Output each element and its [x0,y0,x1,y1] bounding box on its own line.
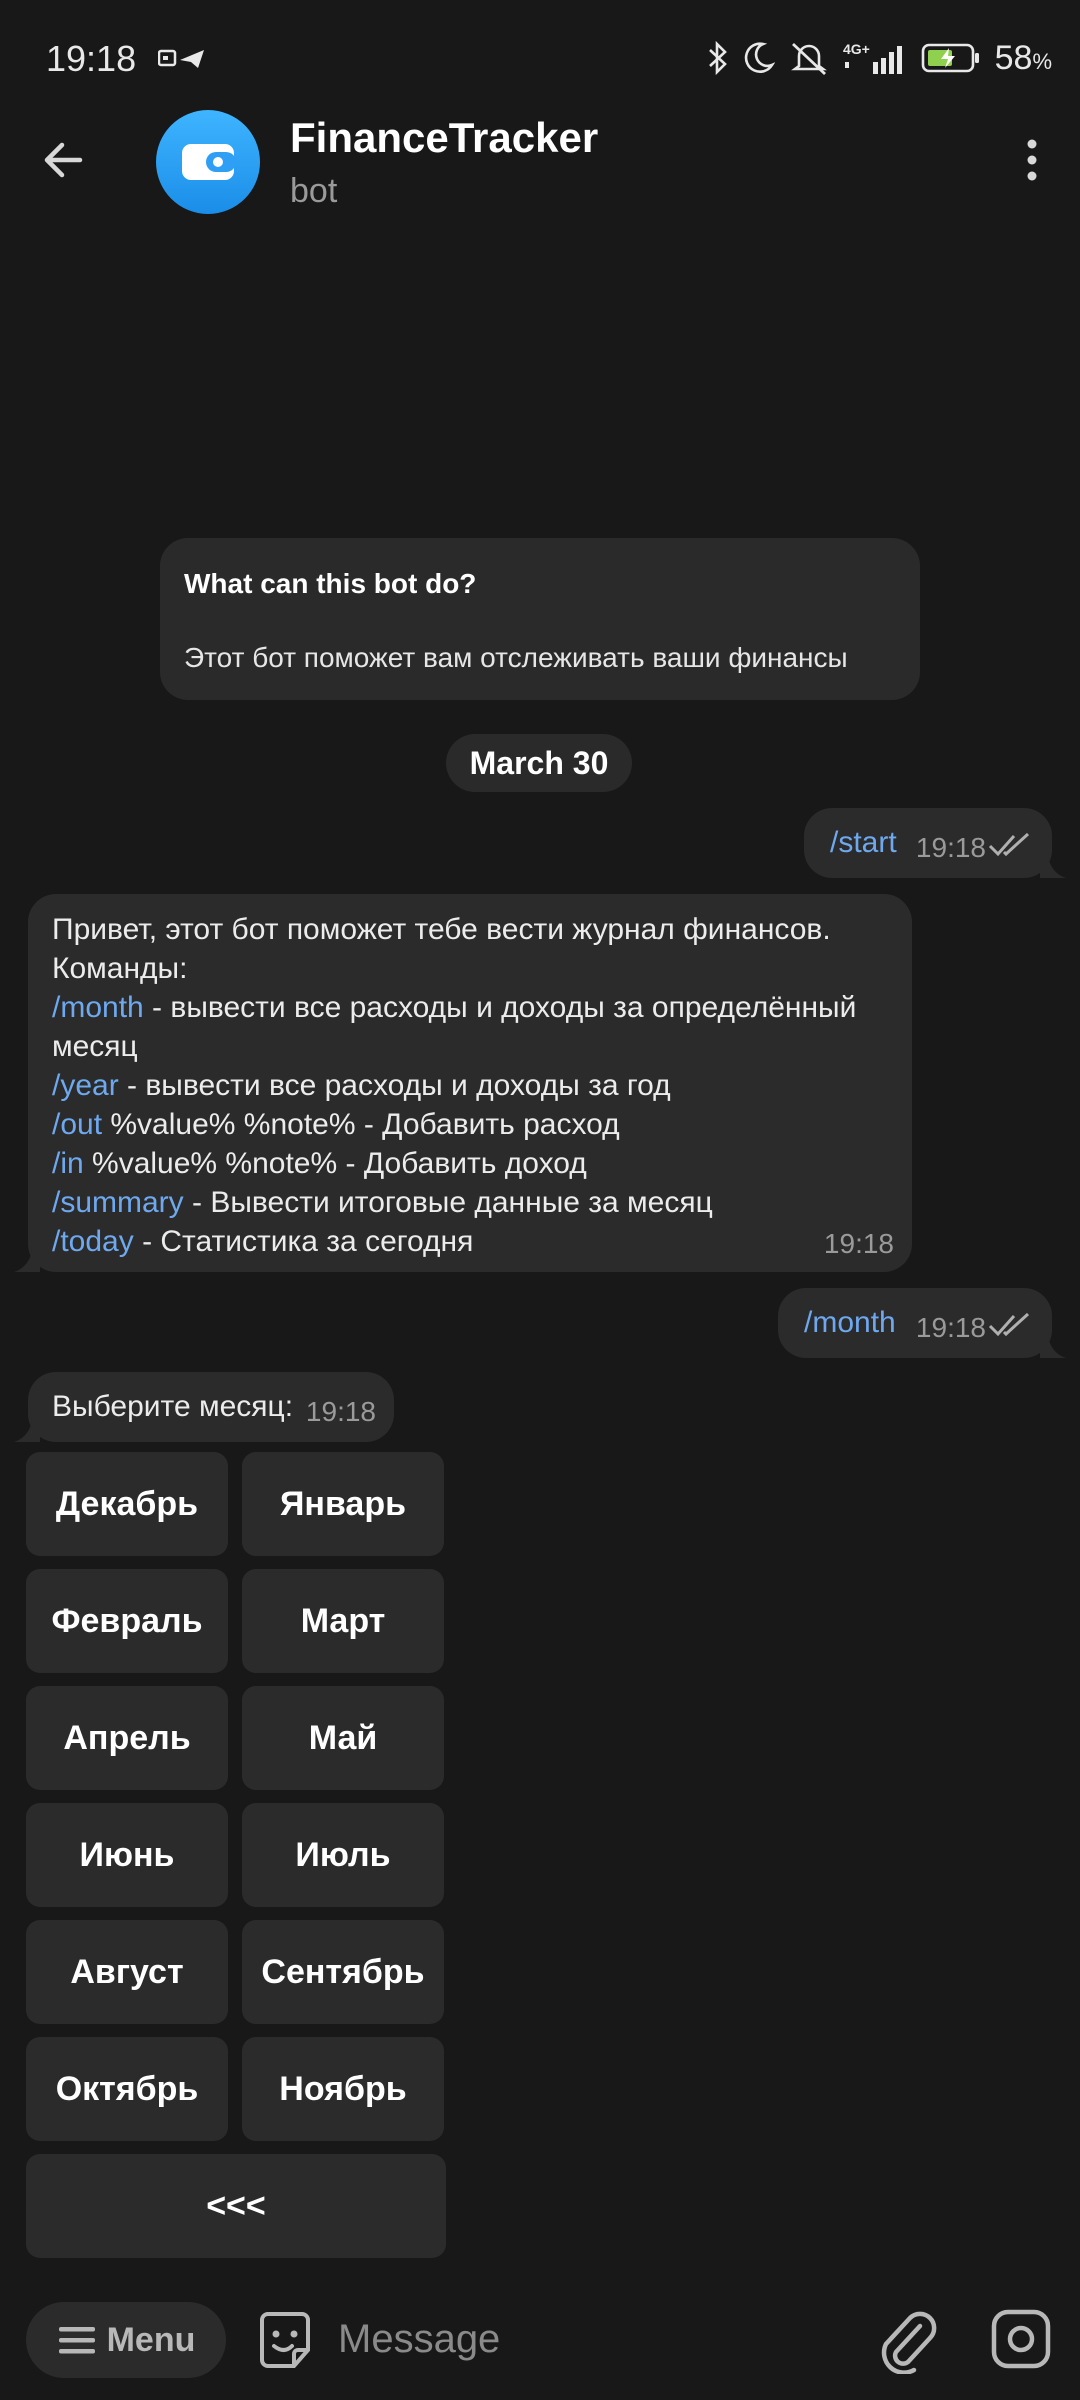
notification-icons [158,49,204,68]
back-arrow-icon[interactable] [36,130,96,190]
date-chip: March 30 [446,734,632,792]
double-check-icon [988,1312,1030,1337]
message-line: Привет, этот бот поможет тебе вести журн… [52,913,831,946]
bubble-tail [1040,1332,1066,1358]
message-time: 19:18 [305,1396,376,1427]
command-link[interactable]: /out [52,1108,102,1141]
emoji-icon[interactable] [254,2310,316,2372]
month-button-december[interactable]: Декабрь [26,1452,228,1556]
bubble-tail [14,1246,40,1272]
message-text[interactable]: /month [804,1306,896,1340]
month-button-may[interactable]: Май [242,1686,444,1790]
message-line: /out %value% %note% - Добавить расход [52,1108,620,1141]
chat-header: FinanceTracker bot [0,100,1080,230]
bot-info-title: What can this bot do? [184,568,477,599]
menu-label: Menu [106,2320,196,2359]
month-button-august[interactable]: Август [26,1920,228,2024]
message-line: /today - Статистика за сегодня [52,1225,474,1258]
battery-icon [921,43,979,73]
message-line: /year - вывести все расходы и доходы за … [52,1069,671,1102]
camera-icon[interactable] [990,2308,1052,2370]
wallet-icon [182,144,236,180]
month-button-april[interactable]: Апрель [26,1686,228,1790]
more-options-icon[interactable] [1012,130,1052,190]
message-line: месяц [52,1030,138,1063]
status-icons: 4G+ 58% [707,36,1052,80]
message-line: /month - вывести все расходы и доходы за… [52,991,857,1024]
incoming-message[interactable]: Выберите месяц: 19:18 [14,1372,394,1442]
month-button-september[interactable]: Сентябрь [242,1920,444,2024]
month-button-november[interactable]: Ноябрь [242,2037,444,2141]
bluetooth-icon [708,40,727,76]
command-link[interactable]: /month [52,991,144,1024]
message-text[interactable]: /start [830,826,897,860]
message-time: 19:18 [915,1312,986,1343]
message-line: /summary - Вывести итоговые данные за ме… [52,1186,713,1219]
message-text: Выберите месяц: [52,1390,294,1423]
incoming-message[interactable]: Привет, этот бот поможет тебе вести журн… [14,894,912,1272]
month-button-march[interactable]: Март [242,1569,444,1673]
chat-screen: 19:18 4G+ 58% FinanceTracker bot What ca… [0,0,1080,2400]
back-keyboard-button[interactable]: <<< [26,2154,446,2258]
outgoing-message[interactable]: /start 19:18 [804,808,1066,878]
command-link[interactable]: /year [52,1069,119,1102]
chat-title[interactable]: FinanceTracker [290,114,598,162]
status-time: 19:18 [46,38,137,79]
message-input[interactable] [338,2304,838,2374]
mute-bell-icon [790,42,827,76]
signal-icon: 4G+ [843,41,902,74]
message-time: 19:18 [823,1228,894,1259]
month-button-january[interactable]: Январь [242,1452,444,1556]
message-line: /in %value% %note% - Добавить доход [52,1147,587,1180]
bot-info-card: What can this bot do? Этот бот поможет в… [160,538,920,700]
network-label: 4G+ [843,41,870,57]
double-check-icon [988,832,1030,857]
command-link[interactable]: /summary [52,1186,184,1219]
avatar[interactable] [156,110,260,214]
bubble-tail [14,1416,40,1442]
message-line: Команды: [52,952,188,985]
paperclip-icon[interactable] [874,2304,940,2374]
month-button-october[interactable]: Октябрь [26,2037,228,2141]
outgoing-message[interactable]: /month 19:18 [778,1288,1066,1358]
menu-button[interactable]: Menu [26,2302,226,2378]
month-button-february[interactable]: Февраль [26,1569,228,1673]
hamburger-icon [58,2327,95,2354]
message-text: Привет, этот бот поможет тебе вести журн… [52,910,892,1261]
bot-info-text: Этот бот поможет вам отслеживать ваши фи… [184,642,848,673]
message-input-bar: Menu [0,2290,1080,2400]
month-button-july[interactable]: Июль [242,1803,444,1907]
command-link[interactable]: /in [52,1147,84,1180]
month-button-june[interactable]: Июнь [26,1803,228,1907]
chat-subtitle: bot [290,172,338,210]
battery-percent: 58% [994,38,1052,77]
message-time: 19:18 [915,832,986,863]
command-link[interactable]: /today [52,1225,134,1258]
moon-icon [744,42,775,73]
bubble-tail [1040,852,1066,878]
